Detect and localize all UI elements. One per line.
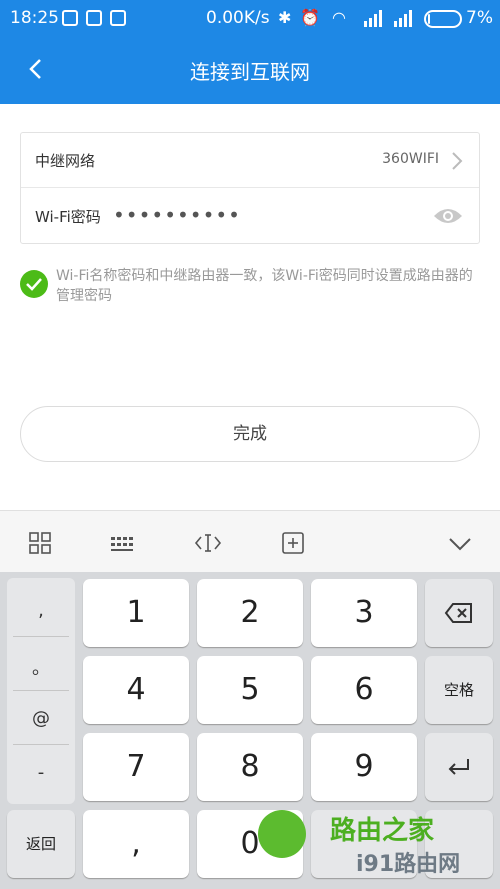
collapse-keyboard-icon[interactable]	[446, 529, 474, 557]
backspace-icon	[444, 603, 472, 623]
keyboard-toolbar	[0, 510, 500, 572]
key-7[interactable]: 7	[83, 733, 189, 801]
watermark-line1: 路由之家	[330, 816, 435, 846]
cloud-app-icon	[86, 10, 102, 26]
key-8[interactable]: 8	[197, 733, 303, 801]
settings-card: 中继网络 360WIFI Wi-Fi密码 ••••••••••	[20, 132, 480, 244]
key-2[interactable]: 2	[197, 579, 303, 647]
wifi-password-label: Wi-Fi密码	[35, 208, 101, 226]
cursor-move-icon[interactable]	[194, 529, 222, 557]
divider	[13, 744, 69, 745]
watermark-logo	[258, 810, 306, 858]
status-time: 18:25	[10, 8, 59, 28]
enter-key[interactable]	[425, 733, 493, 801]
relay-network-row[interactable]: 中继网络 360WIFI	[21, 133, 479, 188]
battery-icon	[424, 10, 462, 28]
key-5[interactable]: 5	[197, 656, 303, 724]
wifi-password-input[interactable]: ••••••••••	[113, 203, 241, 227]
relay-network-value: 360WIFI	[382, 151, 439, 167]
alarm-icon: ⏰	[300, 8, 320, 27]
signal-icon	[364, 10, 382, 27]
enter-icon	[448, 759, 469, 775]
space-key[interactable]: 空格	[425, 656, 493, 724]
symbol-key[interactable]: ,	[7, 600, 75, 621]
symbol-key[interactable]: -	[7, 762, 75, 783]
backspace-key[interactable]	[425, 579, 493, 647]
key-1[interactable]: 1	[83, 579, 189, 647]
bluetooth-icon: ✱	[278, 8, 292, 27]
checkbox-checked-icon[interactable]	[20, 270, 48, 298]
wifi-icon: ◠	[332, 8, 346, 27]
divider	[13, 636, 69, 637]
chevron-right-icon	[452, 152, 463, 170]
grid-icon[interactable]	[26, 529, 54, 557]
relay-network-label: 中继网络	[35, 152, 96, 170]
page-title: 连接到互联网	[190, 60, 310, 84]
key-comma[interactable]: ,	[83, 810, 189, 878]
divider	[13, 690, 69, 691]
done-button[interactable]: 完成	[20, 406, 480, 462]
signal-icon-2	[394, 10, 412, 27]
android-app-icon	[110, 10, 126, 26]
status-bar: 18:25 0.00K/s ✱ ⏰ ◠ 7%	[0, 0, 500, 36]
battery-level	[428, 14, 430, 24]
sync-password-note: Wi-Fi名称密码和中继路由器一致，该Wi-Fi密码同时设置成路由器的管理密码	[56, 268, 473, 304]
add-box-icon[interactable]	[279, 529, 307, 557]
app-bar: 连接到互联网	[0, 36, 500, 104]
watermark-line2: i91路由网	[356, 852, 461, 877]
keyboard-icon[interactable]	[108, 529, 136, 557]
symbol-key[interactable]: 。	[7, 654, 75, 680]
symbol-column: , 。 @ -	[7, 578, 75, 804]
key-9[interactable]: 9	[311, 733, 417, 801]
battery-percent: 7%	[466, 8, 493, 28]
shield-app-icon	[62, 10, 78, 26]
symbol-key[interactable]: @	[7, 708, 75, 729]
eye-icon[interactable]	[433, 205, 463, 227]
back-key[interactable]: 返回	[7, 810, 75, 878]
wifi-password-row[interactable]: Wi-Fi密码 ••••••••••	[21, 189, 479, 244]
key-4[interactable]: 4	[83, 656, 189, 724]
key-3[interactable]: 3	[311, 579, 417, 647]
key-6[interactable]: 6	[311, 656, 417, 724]
network-speed: 0.00K/s	[206, 8, 270, 28]
